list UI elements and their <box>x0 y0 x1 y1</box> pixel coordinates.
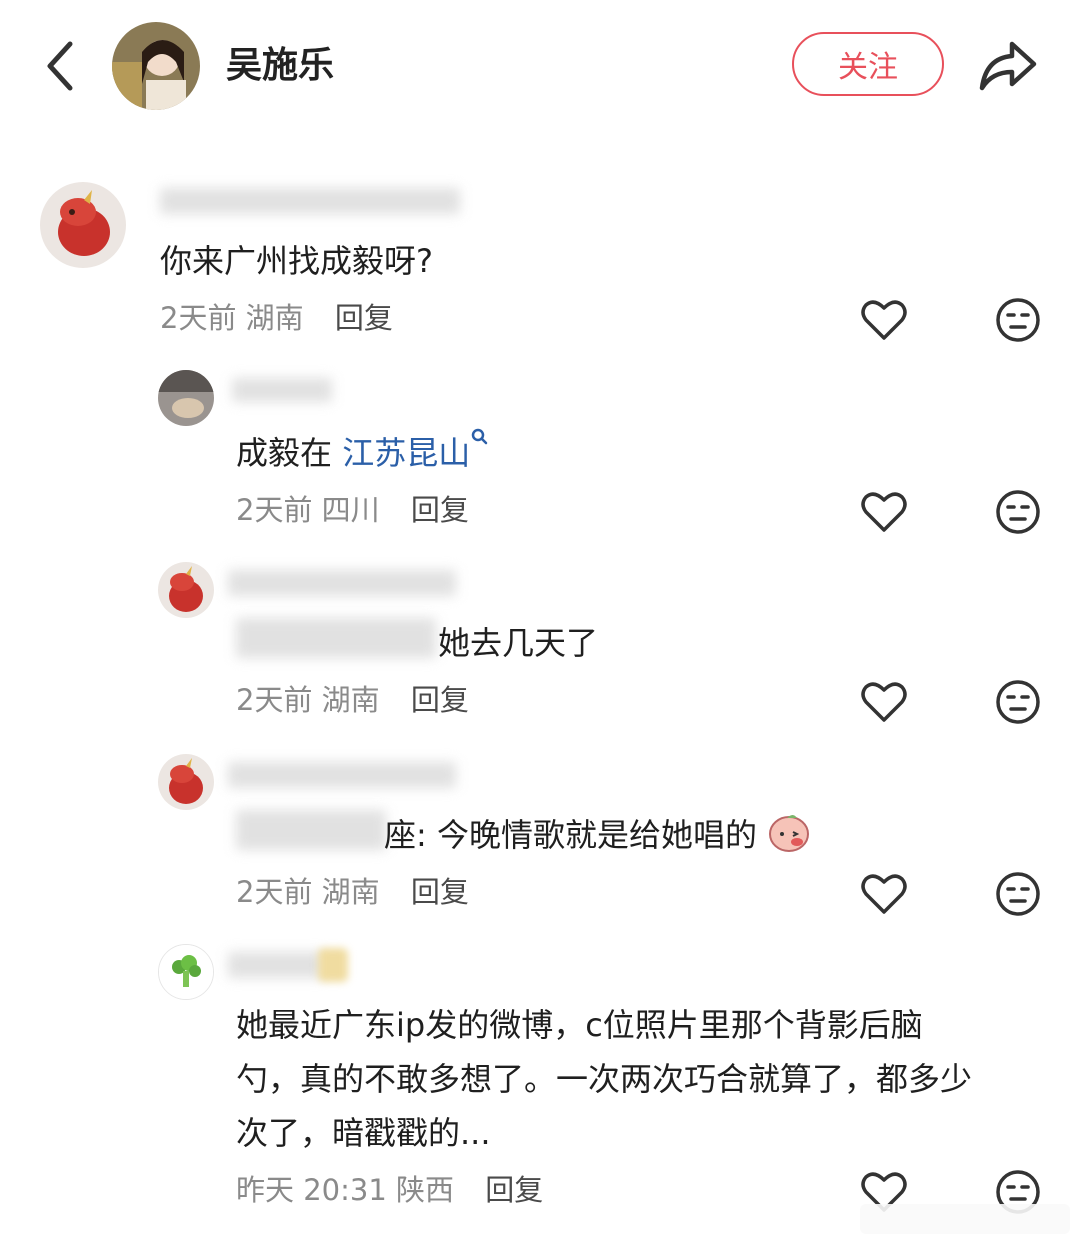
comment-text: 座: 今晚情歌就是给她唱的 <box>384 808 811 862</box>
back-arrow-icon[interactable] <box>38 38 88 94</box>
meh-face-icon[interactable] <box>994 678 1042 726</box>
comment-location: 四川 <box>321 493 380 527</box>
comment-text: 你来广州找成毅呀? <box>160 242 433 280</box>
meh-face-icon[interactable] <box>994 488 1042 536</box>
blurred-reply-target <box>236 618 436 658</box>
comment-time: 2天前 <box>160 301 237 335</box>
comment-meta: 2天前 湖南 回复 <box>236 872 469 912</box>
blurred-username <box>228 570 456 596</box>
comment-meta: 2天前 湖南 回复 <box>160 298 393 338</box>
comment-text: 成毅在 江苏昆山 <box>236 426 490 480</box>
blurred-username <box>160 188 460 214</box>
comment-meta: 2天前 四川 回复 <box>236 490 469 530</box>
commenter-avatar[interactable] <box>158 562 214 618</box>
reply-button[interactable]: 回复 <box>335 301 393 335</box>
heart-icon[interactable] <box>860 488 908 536</box>
comment-text-line: 她最近广东ip发的微博，c位照片里那个背影后脑 <box>236 1006 923 1044</box>
reply-button[interactable]: 回复 <box>411 875 469 909</box>
commenter-avatar[interactable] <box>158 944 214 1000</box>
meh-face-icon[interactable] <box>994 870 1042 918</box>
meh-face-icon[interactable] <box>994 296 1042 344</box>
reply-button[interactable]: 回复 <box>411 683 469 717</box>
comment-time: 2天前 <box>236 875 313 909</box>
commenter-avatar[interactable] <box>158 754 214 810</box>
comment-meta: 2天前 湖南 回复 <box>236 680 469 720</box>
reply-button[interactable]: 回复 <box>411 493 469 527</box>
commenter-avatar[interactable] <box>158 370 214 426</box>
comment-text-line: 次了，暗戳戳的... <box>236 1114 491 1152</box>
comment-location: 陕西 <box>396 1173 455 1207</box>
header: 吴施乐 关注 <box>0 0 1080 130</box>
comment-text-prefix: 成毅在 <box>236 434 343 472</box>
heart-icon[interactable] <box>860 678 908 726</box>
comment-location: 湖南 <box>321 683 380 717</box>
comment-meta: 昨天 20:31 陕西 回复 <box>236 1170 543 1210</box>
share-icon[interactable] <box>976 36 1040 96</box>
reply-button[interactable]: 回复 <box>485 1173 543 1207</box>
heart-icon[interactable] <box>860 870 908 918</box>
comment-text: 她去几天了 <box>438 624 599 662</box>
follow-button[interactable]: 关注 <box>792 32 944 96</box>
blurred-badge <box>318 948 348 982</box>
comment-time: 昨天 20:31 <box>236 1173 387 1207</box>
watermark-overlay <box>860 1204 1070 1234</box>
comment-location: 湖南 <box>245 301 304 335</box>
comment-time: 2天前 <box>236 493 313 527</box>
comment-location: 湖南 <box>321 875 380 909</box>
profile-avatar[interactable] <box>112 22 200 110</box>
comment-text-body: 座: 今晚情歌就是给她唱的 <box>384 816 757 854</box>
heart-icon[interactable] <box>860 296 908 344</box>
comment-time: 2天前 <box>236 683 313 717</box>
comment-text-line: 勺，真的不敢多想了。一次两次巧合就算了，都多少 <box>236 1060 973 1098</box>
blurred-username <box>228 952 324 978</box>
profile-name: 吴施乐 <box>226 45 335 86</box>
blurred-username <box>228 762 456 788</box>
blurred-reply-target <box>236 810 386 850</box>
blurred-username <box>232 378 332 402</box>
shy-emoji-icon <box>769 815 810 852</box>
commenter-avatar[interactable] <box>40 182 126 268</box>
search-icon[interactable] <box>470 426 490 450</box>
location-link[interactable]: 江苏昆山 <box>342 434 470 472</box>
